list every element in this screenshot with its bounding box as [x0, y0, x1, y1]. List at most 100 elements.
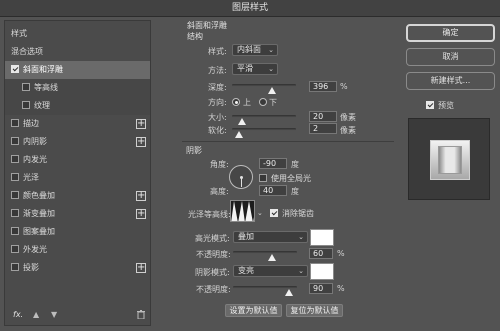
shadow-opacity-unit: % — [337, 284, 345, 293]
section-divider — [182, 141, 394, 142]
effects-list-panel: 样式 混合选项 斜面和浮雕等高线纹理描边 + 内阴影 + 内发光光泽颜色叠加 + 渐变叠加 +… — [4, 20, 151, 326]
arrow-up-icon[interactable]: ▲ — [33, 310, 39, 319]
new-style-button[interactable]: 新建样式... — [406, 72, 495, 90]
shadow-opacity-input[interactable]: 90 — [309, 283, 333, 294]
altitude-unit: 度 — [291, 187, 299, 196]
shadow-opacity-slider-thumb[interactable] — [285, 289, 293, 296]
style-preview-thumbnail — [408, 118, 490, 200]
effect-checkbox[interactable] — [11, 209, 19, 217]
highlight-opacity-input[interactable]: 60 — [309, 248, 333, 259]
reset-default-button[interactable]: 复位为默认值 — [286, 304, 343, 317]
angle-label: 角度: — [210, 160, 229, 169]
highlight-mode-select[interactable]: 叠加 ⌄ — [233, 231, 308, 243]
effect-item[interactable]: 投影 + — [5, 259, 150, 277]
effect-item[interactable]: 等高线 — [5, 79, 150, 97]
preview-check[interactable] — [426, 101, 434, 109]
depth-slider[interactable] — [232, 84, 296, 87]
style-select[interactable]: 内斜面 ⌄ — [232, 44, 278, 56]
angle-dial-center — [240, 176, 243, 179]
direction-label: 方向: — [208, 98, 227, 107]
effect-checkbox[interactable] — [22, 83, 30, 91]
antialias-check[interactable] — [270, 209, 278, 217]
add-effect-button[interactable]: + — [136, 209, 146, 219]
effect-item[interactable]: 内阴影 + — [5, 133, 150, 151]
blending-options-item[interactable]: 混合选项 — [5, 43, 150, 61]
effect-label: 渐变叠加 — [23, 209, 55, 218]
antialias-checkbox[interactable]: 消除锯齿 — [270, 208, 314, 219]
add-effect-button[interactable]: + — [136, 137, 146, 147]
effect-label: 颜色叠加 — [23, 191, 55, 200]
soften-slider-thumb[interactable] — [235, 131, 243, 138]
preview-label: 预览 — [438, 101, 454, 110]
shadow-mode-value: 变亮 — [238, 266, 254, 275]
effect-item[interactable]: 图案叠加 — [5, 223, 150, 241]
size-slider-thumb[interactable] — [238, 118, 246, 125]
size-input[interactable]: 20 — [309, 111, 337, 122]
altitude-input[interactable]: 40 — [259, 185, 287, 196]
soften-unit: 像素 — [340, 126, 356, 135]
depth-slider-thumb[interactable] — [268, 87, 276, 94]
chevron-down-icon: ⌄ — [268, 65, 274, 73]
add-effect-button[interactable]: + — [136, 119, 146, 129]
direction-down-radio[interactable] — [259, 98, 267, 106]
trash-icon[interactable] — [137, 310, 145, 321]
add-effect-button[interactable]: + — [136, 191, 146, 201]
effect-label: 等高线 — [34, 83, 58, 92]
effect-checkbox[interactable] — [22, 101, 30, 109]
bevel-section-title: 斜面和浮雕 — [187, 21, 227, 30]
effect-item[interactable]: 渐变叠加 + — [5, 205, 150, 223]
ok-button[interactable]: 确定 — [406, 24, 495, 42]
effect-item[interactable]: 光泽 — [5, 169, 150, 187]
effect-checkbox[interactable] — [11, 137, 19, 145]
depth-input[interactable]: 396 — [309, 81, 337, 92]
size-label: 大小: — [208, 113, 227, 122]
effect-label: 纹理 — [34, 101, 50, 110]
preview-checkbox[interactable]: 预览 — [426, 100, 454, 111]
shadow-mode-select[interactable]: 变亮 ⌄ — [233, 265, 308, 277]
effect-checkbox[interactable] — [11, 155, 19, 163]
global-light-check[interactable] — [259, 174, 267, 182]
effect-checkbox[interactable] — [11, 173, 19, 181]
effect-item[interactable]: 斜面和浮雕 — [5, 61, 150, 79]
shadow-color-swatch[interactable] — [310, 263, 334, 280]
soften-input[interactable]: 2 — [309, 123, 337, 134]
style-label: 样式: — [208, 47, 227, 56]
direction-up-radio[interactable] — [232, 98, 240, 106]
gloss-contour-preview[interactable] — [230, 200, 255, 222]
effect-checkbox[interactable] — [11, 263, 19, 271]
add-effect-button[interactable]: + — [136, 263, 146, 273]
arrow-down-icon[interactable]: ▼ — [51, 310, 57, 319]
effect-checkbox[interactable] — [11, 119, 19, 127]
effect-item[interactable]: 描边 + — [5, 115, 150, 133]
effect-item[interactable]: 颜色叠加 + — [5, 187, 150, 205]
angle-dial[interactable] — [229, 165, 253, 189]
effect-item[interactable]: 外发光 — [5, 241, 150, 259]
effect-item[interactable]: 内发光 — [5, 151, 150, 169]
effect-checkbox[interactable] — [11, 245, 19, 253]
method-select[interactable]: 平滑 ⌄ — [232, 63, 278, 75]
highlight-color-swatch[interactable] — [310, 229, 334, 246]
fx-button[interactable]: fx. — [13, 310, 23, 319]
highlight-opacity-slider-thumb[interactable] — [268, 254, 276, 261]
styles-header[interactable]: 样式 — [5, 25, 150, 43]
effect-checkbox[interactable] — [11, 65, 19, 73]
effect-label: 光泽 — [23, 173, 39, 182]
altitude-label: 高度: — [210, 187, 229, 196]
effect-item[interactable]: 纹理 — [5, 97, 150, 115]
angle-input[interactable]: -90 — [259, 158, 287, 169]
highlight-opacity-slider[interactable] — [233, 251, 297, 254]
chevron-down-icon: ⌄ — [268, 46, 274, 54]
soften-label: 软化: — [208, 126, 227, 135]
effect-label: 投影 — [23, 263, 39, 272]
cancel-button[interactable]: 取消 — [406, 48, 495, 66]
direction-up-label: 上 — [243, 98, 251, 107]
effect-checkbox[interactable] — [11, 227, 19, 235]
chevron-down-icon[interactable]: ⌄ — [257, 209, 263, 217]
highlight-mode-label: 高光模式: — [195, 234, 230, 243]
depth-label: 深度: — [208, 83, 227, 92]
make-default-button[interactable]: 设置为默认值 — [225, 304, 282, 317]
preview-swatch-inner — [438, 146, 462, 174]
highlight-mode-value: 叠加 — [238, 232, 254, 241]
global-light-checkbox[interactable]: 使用全局光 — [259, 173, 311, 184]
effect-checkbox[interactable] — [11, 191, 19, 199]
